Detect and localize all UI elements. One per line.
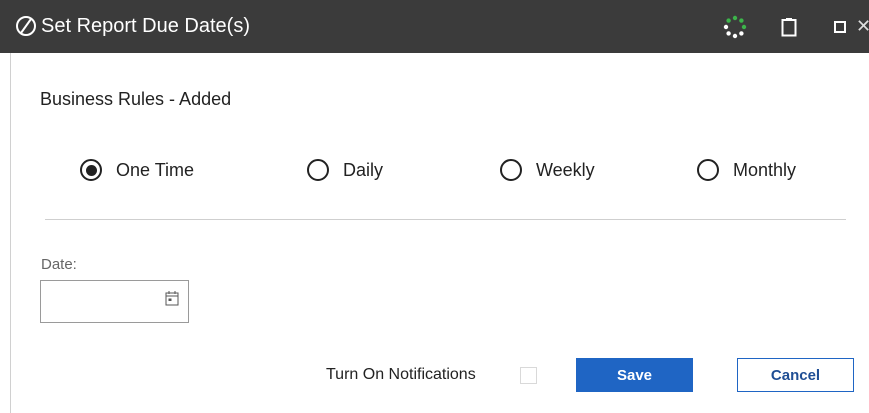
radio-daily[interactable]: Daily bbox=[307, 155, 383, 185]
cancel-button[interactable]: Cancel bbox=[737, 358, 854, 392]
date-label: Date: bbox=[41, 256, 77, 273]
notifications-checkbox[interactable] bbox=[520, 367, 537, 384]
loading-spinner-icon bbox=[720, 0, 750, 53]
radio-one-time[interactable]: One Time bbox=[80, 155, 194, 185]
radio-label: One Time bbox=[116, 159, 195, 180]
notifications-label: Turn On Notifications bbox=[326, 366, 476, 383]
clipboard-icon[interactable] bbox=[777, 0, 801, 53]
radio-weekly[interactable]: Weekly bbox=[500, 155, 595, 185]
radio-indicator[interactable] bbox=[500, 159, 522, 181]
save-button[interactable]: Save bbox=[576, 358, 693, 392]
section-heading: Business Rules - Added bbox=[40, 89, 232, 109]
radio-selected-indicator[interactable] bbox=[80, 159, 102, 181]
radio-indicator[interactable] bbox=[697, 159, 719, 181]
title-bar: Set Report Due Date(s) ✕ bbox=[0, 0, 869, 53]
dialog-left-border bbox=[10, 53, 11, 413]
divider bbox=[45, 219, 846, 220]
radio-monthly[interactable]: Monthly bbox=[697, 155, 796, 185]
radio-label: Daily bbox=[343, 159, 384, 180]
close-icon[interactable]: ✕ bbox=[856, 0, 869, 53]
window-title: Set Report Due Date(s) bbox=[41, 15, 250, 37]
radio-label: Weekly bbox=[536, 159, 595, 180]
maximize-icon[interactable] bbox=[828, 0, 852, 53]
calendar-icon[interactable] bbox=[165, 290, 179, 306]
date-input[interactable] bbox=[40, 280, 189, 323]
slashed-circle-logo-icon bbox=[16, 16, 36, 36]
radio-label: Monthly bbox=[733, 159, 797, 180]
radio-indicator[interactable] bbox=[307, 159, 329, 181]
